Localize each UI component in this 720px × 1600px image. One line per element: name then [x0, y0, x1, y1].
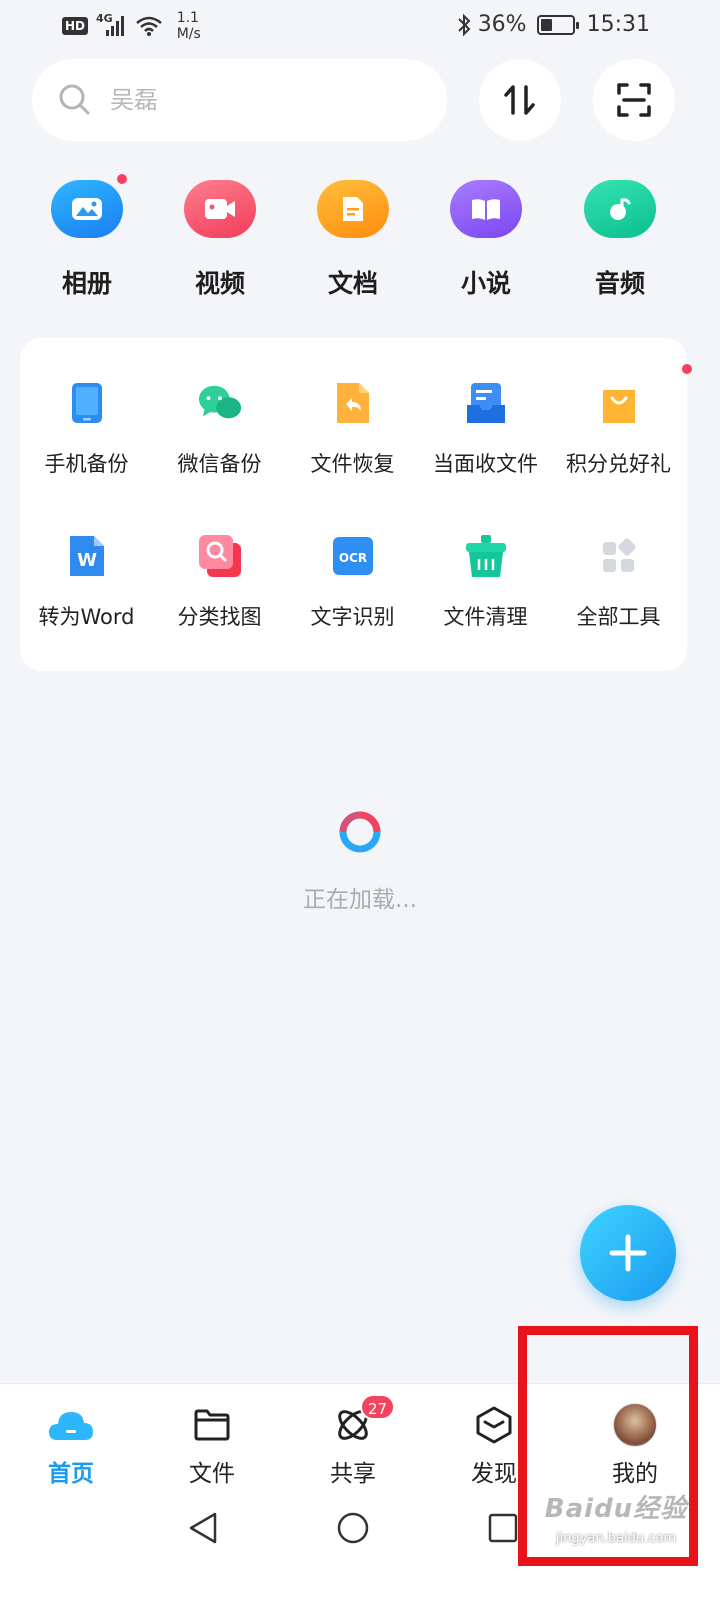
tab-label: 共享 [330, 1461, 376, 1487]
category-label: 文档 [327, 269, 378, 298]
document-icon [317, 180, 389, 238]
tool-label: 当面收文件 [433, 452, 538, 476]
ocr-icon: OCR [330, 533, 376, 579]
category-album[interactable]: 相册 [37, 172, 137, 300]
phone-backup-icon [64, 380, 110, 426]
battery-icon [536, 14, 579, 35]
battery-percent: 36% [477, 12, 527, 37]
speed-value: 1.1 [176, 10, 199, 26]
ocr-icon-text: OCR [338, 551, 366, 565]
search-bar[interactable] [32, 59, 447, 141]
search-input[interactable] [110, 86, 410, 114]
category-label: 视频 [194, 269, 245, 298]
category-label: 小说 [460, 269, 511, 298]
category-label: 音频 [594, 269, 645, 298]
notification-dot [115, 172, 129, 186]
category-novel[interactable]: 小说 [436, 180, 536, 300]
gift-bag-icon [596, 362, 694, 426]
watermark: Baidu经验 jingyan.baidu.com [536, 1488, 696, 1546]
share-badge: 27 [360, 1394, 396, 1420]
tool-all-tools[interactable]: 全部工具 [552, 533, 685, 631]
search-icon [59, 84, 90, 115]
back-button[interactable] [183, 1508, 223, 1548]
network-speed: 1.1 M/s [177, 10, 201, 42]
category-audio[interactable]: 音频 [570, 180, 670, 300]
recents-button[interactable] [483, 1508, 523, 1548]
tool-phone-backup[interactable]: 手机备份 [20, 380, 153, 478]
tool-find-image[interactable]: 分类找图 [153, 533, 286, 631]
recents-square-icon [488, 1513, 518, 1543]
tool-points-gift[interactable]: 积分兑好礼 [552, 362, 694, 478]
folder-icon [157, 1404, 267, 1446]
photo-icon [51, 172, 129, 238]
network-type: 4G [96, 11, 113, 25]
transfer-button[interactable] [479, 59, 561, 141]
tab-home[interactable]: 首页 [16, 1404, 126, 1488]
watermark-logo: Baidu经验 [544, 1494, 688, 1524]
back-triangle-icon [189, 1512, 217, 1544]
notification-dot [679, 362, 694, 376]
category-label: 相册 [61, 269, 112, 298]
loading-text: 正在加载... [303, 887, 417, 913]
status-bar: HD 4G 1.1 M/s 36% 15:31 [0, 0, 720, 52]
all-tools-icon [596, 533, 642, 579]
tool-ocr[interactable]: OCR 文字识别 [286, 533, 419, 631]
file-restore-icon [330, 380, 376, 426]
category-document[interactable]: 文档 [303, 180, 403, 300]
tool-label: 积分兑好礼 [566, 452, 671, 476]
cloud-home-icon [16, 1404, 126, 1446]
word-icon-text: W [77, 550, 97, 571]
spinner-icon [339, 811, 381, 853]
tool-label: 文件恢复 [310, 452, 395, 476]
speed-unit: M/s [176, 26, 201, 42]
tool-label: 手机备份 [44, 452, 129, 476]
loading-indicator: 正在加载... [0, 810, 720, 914]
tab-label: 文件 [189, 1461, 235, 1487]
tool-label: 文字识别 [310, 605, 395, 629]
tool-cleanup[interactable]: 文件清理 [419, 533, 552, 631]
word-icon: W [64, 533, 110, 579]
book-icon [450, 180, 522, 238]
home-circle-icon [337, 1512, 369, 1544]
music-icon [584, 180, 656, 238]
receive-file-icon [463, 380, 509, 426]
find-image-icon [197, 533, 243, 579]
cleanup-icon [463, 533, 509, 579]
tool-label: 全部工具 [576, 605, 661, 629]
tool-receive-file[interactable]: 当面收文件 [419, 380, 552, 478]
scan-button[interactable] [593, 59, 675, 141]
share-atom-icon: 27 [298, 1394, 408, 1446]
tools-panel: 手机备份 微信备份 文件恢复 当面收文件 积分兑好礼 W 转为Word 分类找图… [20, 338, 694, 671]
tab-label: 首页 [48, 1461, 94, 1487]
watermark-url: jingyan.baidu.com [556, 1531, 676, 1546]
tab-files[interactable]: 文件 [157, 1404, 267, 1488]
plus-icon [609, 1234, 647, 1272]
add-button[interactable] [580, 1205, 676, 1301]
tool-label: 微信备份 [177, 452, 262, 476]
bluetooth-icon [457, 13, 471, 36]
category-video[interactable]: 视频 [170, 180, 270, 300]
category-row: 相册 视频 文档 小说 音频 [0, 172, 720, 310]
home-button[interactable] [333, 1508, 373, 1548]
tool-file-restore[interactable]: 文件恢复 [286, 380, 419, 478]
tool-label: 文件清理 [443, 605, 528, 629]
tool-label: 转为Word [38, 605, 135, 629]
tool-convert-word[interactable]: W 转为Word [20, 533, 153, 631]
transfer-arrows-icon [504, 85, 535, 115]
tool-label: 分类找图 [177, 605, 262, 629]
hd-badge: HD [62, 17, 89, 35]
clock: 15:31 [586, 12, 650, 37]
tab-share[interactable]: 27 共享 [298, 1394, 408, 1488]
video-icon [184, 180, 256, 238]
tool-wechat-backup[interactable]: 微信备份 [153, 380, 286, 478]
scan-icon [617, 83, 651, 117]
wechat-backup-icon [197, 380, 243, 426]
wifi-icon [135, 16, 162, 36]
